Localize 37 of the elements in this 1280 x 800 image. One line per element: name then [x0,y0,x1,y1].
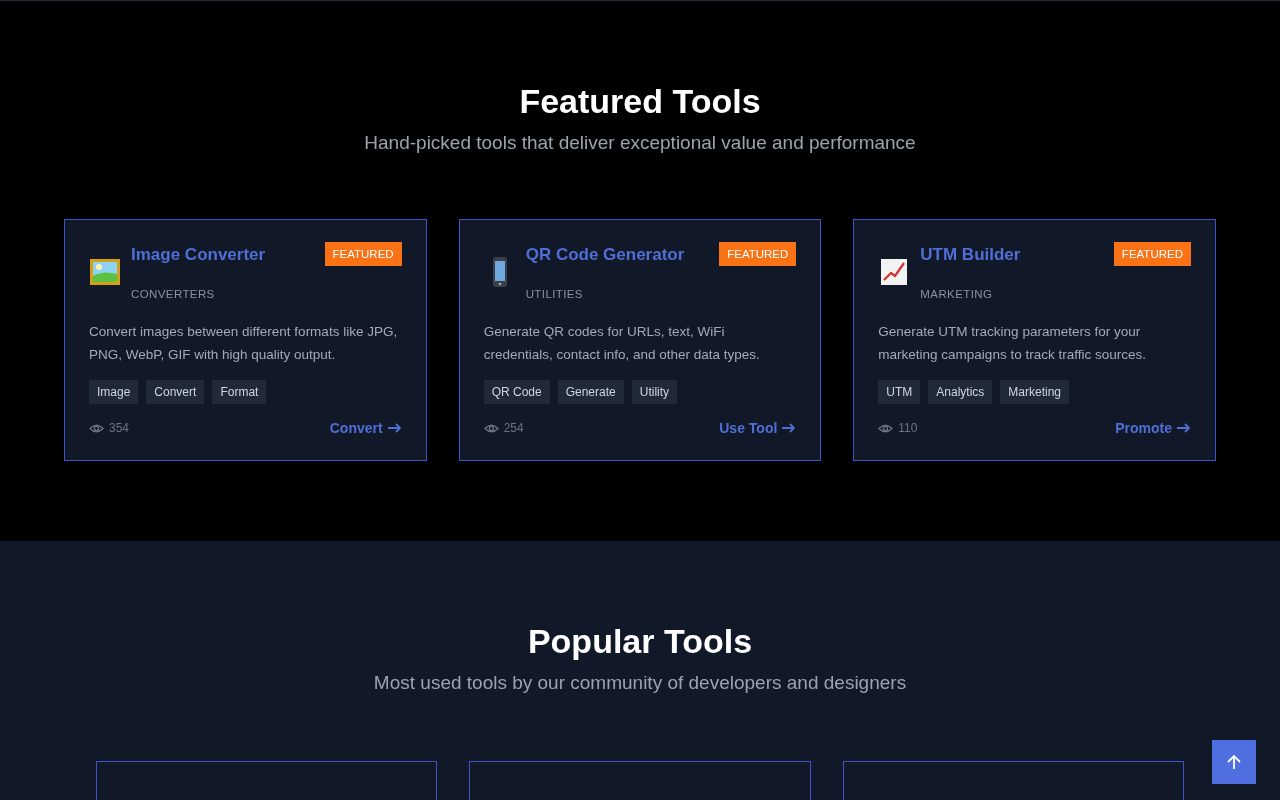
featured-badge: FEATURED [719,242,797,266]
arrow-icon [1177,423,1191,433]
tag: Image [89,380,139,404]
section-title: Featured Tools [519,81,761,122]
tag: UTM [878,380,921,404]
section-subtitle: Most used tools by our community of developers and designers [373,671,907,695]
tool-link[interactable]: Promote [1115,420,1191,436]
tag: Marketing [1000,380,1070,404]
view-count: 354 [109,421,130,435]
tool-title[interactable]: UTM Builder [920,242,1021,268]
tag: QR Code [483,380,550,404]
view-count: 110 [898,421,918,435]
featured-badge: FEATURED [1113,242,1191,266]
tool-link[interactable]: Use Tool [719,420,797,436]
tool-description: Convert images between different formats like JPG, PNG, WebP, GIF with high quality output. [89,323,399,364]
featured-badge: FEATURED [324,242,402,266]
tag: Utility [631,380,678,404]
tool-description: Generate QR codes for URLs, text, WiFi credentials, contact info, and other data types. [483,323,761,364]
tool-link[interactable]: Convert [329,420,402,436]
arrow-icon [782,423,797,433]
tool-description: Generate UTM tracking parameters for your marketing campaigns to track traffic sources. [878,323,1147,364]
tool-title[interactable]: Image Converter [131,242,266,268]
scroll-to-top-button[interactable] [1212,740,1256,784]
arrow-icon [387,423,402,433]
tool-title[interactable]: QR Code Generator [525,242,685,268]
section-title: Popular Tools [527,621,753,662]
up-arrow-icon [1225,753,1243,771]
tag: Generate [557,380,624,404]
tool-category: MARKETING [920,287,993,302]
tool-category: CONVERTERS [131,287,215,302]
tag: Format [212,380,267,404]
view-count: 254 [503,421,524,435]
tool-category: UTILITIES [525,287,583,302]
framed-picture-icon [89,256,121,288]
section-subtitle: Hand-picked tools that deliver exceptional value and performance [364,131,916,155]
tag: Convert [146,380,205,404]
tag: Analytics [928,380,993,404]
